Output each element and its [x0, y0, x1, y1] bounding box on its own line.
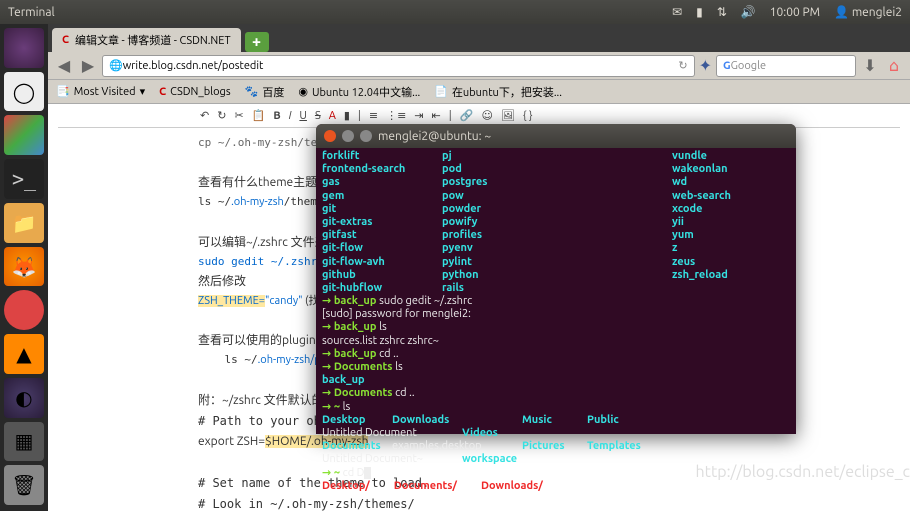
outdent-icon[interactable]: ⇤ [430, 109, 443, 122]
search-bar[interactable]: G Google [716, 55, 856, 77]
dash-icon[interactable] [4, 28, 44, 68]
cut-icon[interactable]: ✂ [232, 109, 245, 122]
most-visited[interactable]: 📑 Most Visited ▾ [56, 85, 145, 98]
downloads-icon[interactable]: ⬇ [860, 56, 880, 76]
terminal-title: menglei2@ubuntu: ~ [378, 130, 491, 143]
google-icon: G [723, 60, 731, 72]
nav-bar: ◀ ▶ 🌐 write.blog.csdn.net/postedit ↻ ✦ G… [48, 52, 910, 80]
chrome-icon[interactable]: ◯ [4, 72, 44, 112]
bg-icon[interactable]: ▮ [342, 109, 352, 122]
workspace-icon[interactable] [4, 115, 44, 155]
terminal-window: menglei2@ubuntu: ~ forkliftfrontend-sear… [316, 124, 796, 434]
bookmarks-bar: 📑 Most Visited ▾ C CSDN_blogs 🐾 百度 ◉ Ubu… [48, 80, 910, 104]
image-icon[interactable]: 🖼 [499, 109, 517, 122]
color-icon[interactable]: A [327, 110, 338, 122]
home-icon[interactable]: ⌂ [884, 56, 904, 76]
code-icon[interactable]: { } [521, 110, 535, 122]
underline-icon[interactable]: U [297, 110, 309, 122]
globe-icon: 🌐 [109, 59, 123, 72]
reload-icon[interactable]: ↻ [678, 59, 687, 72]
app-name: Terminal [8, 6, 55, 19]
paste-icon[interactable]: 📋 [250, 109, 268, 122]
envelope-icon[interactable]: ✉ [672, 5, 682, 19]
terminal-body[interactable]: forkliftfrontend-searchgasgemgitgit-extr… [316, 148, 796, 495]
clock[interactable]: 10:00 PM [770, 6, 820, 19]
sound-icon[interactable]: 🔊 [741, 5, 756, 19]
bm-csdn[interactable]: C CSDN_blogs [159, 86, 231, 98]
bm-ubuntu[interactable]: ◉ Ubuntu 12.04中文输... [298, 84, 420, 100]
firefox-icon[interactable]: 🦊 [4, 247, 44, 287]
top-panel: Terminal ✉ ▮ ⇅ 🔊 10:00 PM 👤 menglei2 [0, 0, 910, 24]
tab-csdn[interactable]: C 编辑文章 - 博客频道 - CSDN.NET [52, 28, 241, 52]
olist-icon[interactable]: ⋮≡ [384, 109, 408, 122]
back-button[interactable]: ◀ [54, 56, 74, 76]
terminal-icon[interactable]: >_ [4, 159, 44, 199]
url-text: write.blog.csdn.net/postedit [123, 60, 264, 72]
tab-bar: C 编辑文章 - 博客频道 - CSDN.NET + [48, 24, 910, 52]
new-tab-button[interactable]: + [245, 32, 269, 52]
forward-button[interactable]: ▶ [78, 56, 98, 76]
cursor [364, 467, 371, 479]
battery-icon[interactable]: ▮ [696, 5, 703, 19]
feed-icon[interactable]: ✦ [699, 56, 712, 75]
list-icon[interactable]: ≡ [367, 109, 380, 122]
network-icon[interactable]: ⇅ [717, 5, 727, 19]
link-icon[interactable]: 🔗 [458, 109, 476, 122]
emoji-icon[interactable]: ☺ [479, 109, 494, 122]
undo-icon[interactable]: ↶ [198, 109, 211, 122]
terminal-titlebar[interactable]: menglei2@ubuntu: ~ [316, 124, 796, 148]
italic-icon[interactable]: I [287, 110, 294, 122]
files-icon[interactable]: 📁 [4, 203, 44, 243]
close-icon[interactable] [324, 130, 336, 142]
search-placeholder: Google [731, 60, 766, 72]
redo-icon[interactable]: ↻ [215, 109, 228, 122]
trash-icon[interactable]: 🗑 [4, 465, 44, 505]
workspaces-icon[interactable]: ▦ [4, 422, 44, 462]
media-icon[interactable] [4, 290, 44, 330]
csdn-favicon-icon: C [62, 34, 69, 46]
user-menu[interactable]: 👤 menglei2 [834, 5, 902, 19]
eclipse-icon[interactable]: ◐ [4, 378, 44, 418]
vlc-icon[interactable]: ▲ [4, 334, 44, 374]
bm-install[interactable]: 📄 在ubuntu下，把安装... [434, 84, 562, 100]
bm-baidu[interactable]: 🐾 百度 [245, 84, 285, 100]
bold-icon[interactable]: B [271, 110, 282, 122]
launcher: ◯ >_ 📁 🦊 ▲ ◐ ▦ 🗑 [0, 24, 48, 511]
url-bar[interactable]: 🌐 write.blog.csdn.net/postedit ↻ [102, 55, 695, 77]
strike-icon[interactable]: S [313, 110, 323, 122]
minimize-icon[interactable] [342, 130, 354, 142]
indent-icon[interactable]: ⇥ [412, 109, 425, 122]
maximize-icon[interactable] [360, 130, 372, 142]
tab-label: 编辑文章 - 博客频道 - CSDN.NET [75, 32, 231, 48]
